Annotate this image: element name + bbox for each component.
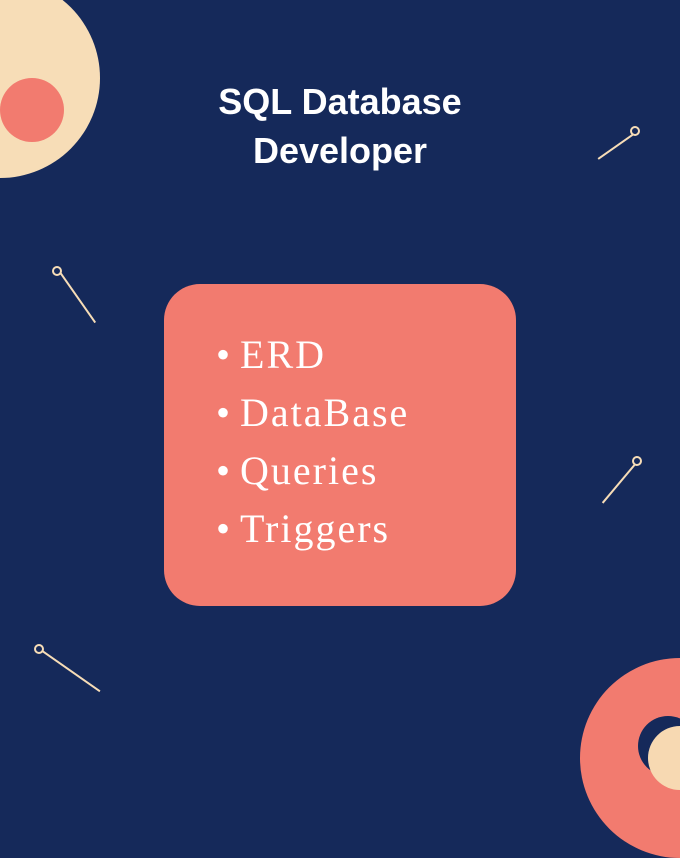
list-item: ERD <box>216 326 478 384</box>
corner-ornament-dot <box>0 78 64 142</box>
list-item: Queries <box>216 442 478 500</box>
feature-card: ERD DataBase Queries Triggers <box>164 284 516 606</box>
list-item: Triggers <box>216 500 478 558</box>
list-item: DataBase <box>216 384 478 442</box>
page-title: SQL Database Developer <box>0 78 680 175</box>
title-line-2: Developer <box>253 130 427 171</box>
feature-list: ERD DataBase Queries Triggers <box>216 326 478 558</box>
title-line-1: SQL Database <box>218 81 461 122</box>
